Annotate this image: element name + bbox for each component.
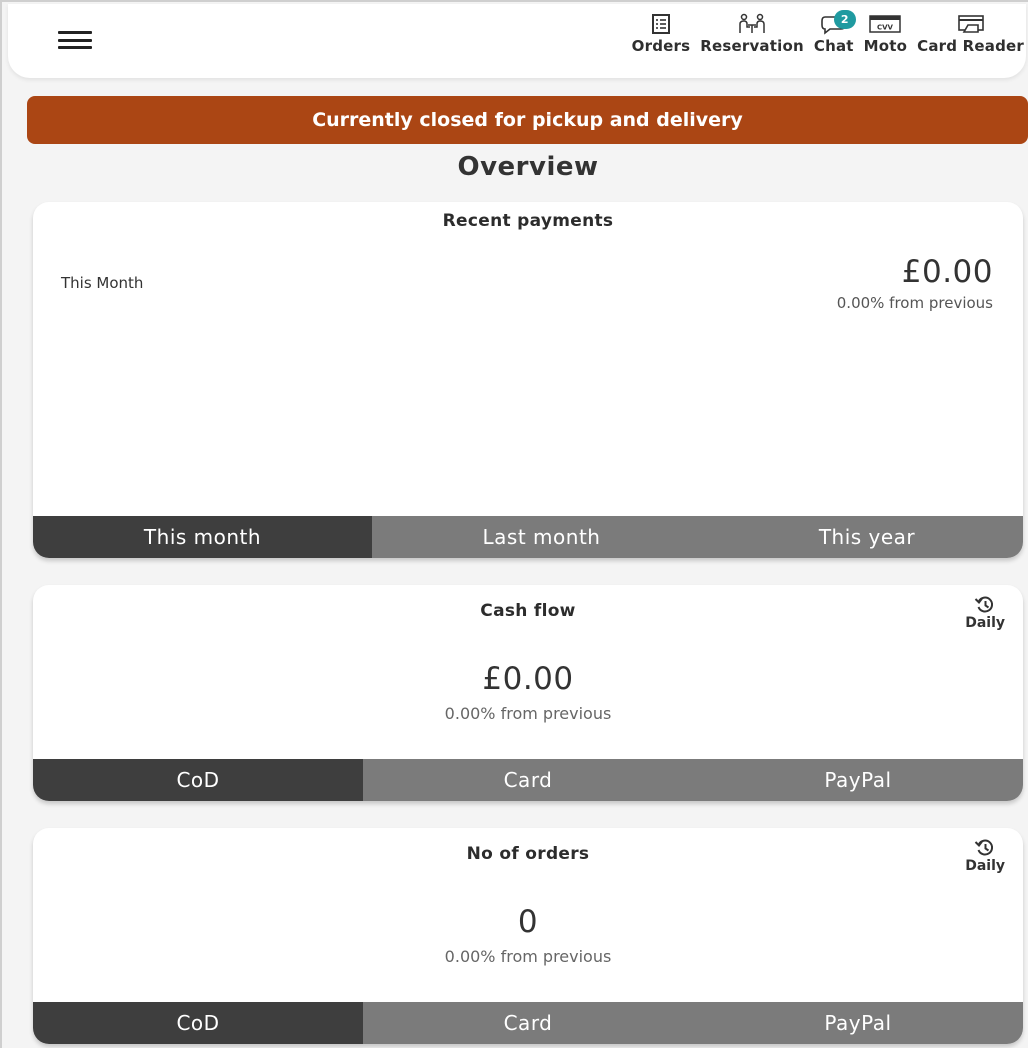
tab-cod[interactable]: CoD <box>33 759 363 801</box>
orders-count-card: No of orders Daily 0 0.00% from previous… <box>33 828 1023 1044</box>
card-reader-icon <box>954 12 988 36</box>
orders-count-value: 0 <box>517 904 539 940</box>
tab-last-month[interactable]: Last month <box>372 516 711 558</box>
nav-chat-label: Chat <box>813 37 854 55</box>
cash-flow-amount: £0.00 <box>482 661 574 697</box>
cash-flow-frequency-toggle[interactable]: Daily <box>965 595 1005 631</box>
recent-payments-amount: £0.00 <box>901 254 993 290</box>
nav-moto[interactable]: CVV Moto <box>864 12 908 55</box>
chat-badge: 2 <box>833 10 856 29</box>
nav-orders[interactable]: Orders <box>632 12 691 55</box>
history-icon <box>974 596 994 613</box>
nav-chat[interactable]: 2 Chat <box>813 10 856 55</box>
orders-icon <box>650 12 672 36</box>
cvv-icon-text: CVV <box>877 24 894 32</box>
nav-reservation-label: Reservation <box>700 37 804 55</box>
nav-card-reader-label: Card Reader <box>917 37 1024 55</box>
tab-paypal[interactable]: PayPal <box>693 759 1023 801</box>
nav-orders-label: Orders <box>631 37 691 55</box>
page-title: Overview <box>457 152 599 182</box>
tab-cod[interactable]: CoD <box>33 1002 363 1044</box>
nav-moto-label: Moto <box>863 37 908 55</box>
hamburger-menu-icon[interactable] <box>58 29 92 51</box>
cash-flow-title: Cash flow <box>480 601 576 621</box>
tab-card[interactable]: Card <box>363 1002 693 1044</box>
recent-payments-tabs: This month Last month This year <box>33 516 1023 558</box>
period-label: This Month <box>61 274 144 292</box>
chat-icon: 2 <box>819 10 856 36</box>
cash-flow-card: Cash flow Daily £0.00 0.00% from previou… <box>33 585 1023 801</box>
cvv-card-icon: CVV <box>868 12 902 36</box>
reservation-icon <box>737 12 767 36</box>
nav-reservation[interactable]: Reservation <box>700 12 804 55</box>
cash-flow-frequency-label: Daily <box>965 615 1005 631</box>
cash-flow-change: 0.00% from previous <box>444 704 612 723</box>
tab-this-month[interactable]: This month <box>33 516 372 558</box>
orders-frequency-label: Daily <box>965 858 1005 874</box>
status-banner: Currently closed for pickup and delivery <box>27 96 1028 144</box>
tab-this-year[interactable]: This year <box>711 516 1023 558</box>
orders-count-change: 0.00% from previous <box>444 947 612 966</box>
cash-flow-tabs: CoD Card PayPal <box>33 759 1023 801</box>
tab-paypal[interactable]: PayPal <box>693 1002 1023 1044</box>
orders-count-title: No of orders <box>466 844 590 864</box>
top-nav: Orders Reservation 2 Chat CVV Moto Card … <box>622 10 1024 55</box>
nav-card-reader[interactable]: Card Reader <box>917 12 1024 55</box>
tab-card[interactable]: Card <box>363 759 693 801</box>
recent-payments-card: Recent payments This Month £0.00 0.00% f… <box>33 202 1023 558</box>
orders-count-tabs: CoD Card PayPal <box>33 1002 1023 1044</box>
top-header: Orders Reservation 2 Chat CVV Moto Card … <box>8 4 1026 78</box>
history-icon <box>974 839 994 856</box>
recent-payments-change: 0.00% from previous <box>836 294 993 312</box>
recent-payments-title: Recent payments <box>442 211 614 231</box>
orders-frequency-toggle[interactable]: Daily <box>965 838 1005 874</box>
